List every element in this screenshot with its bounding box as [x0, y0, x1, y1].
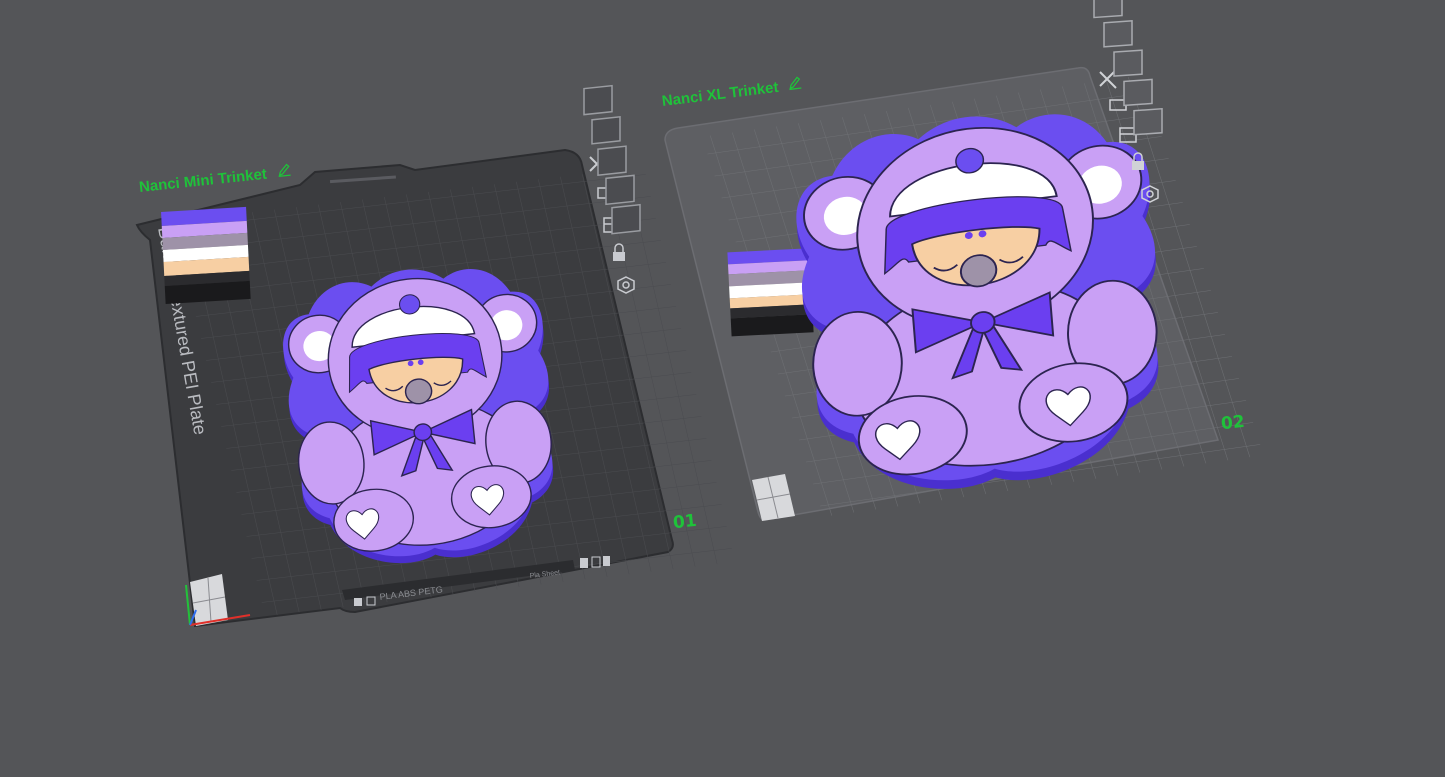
color-swatch-stack-1[interactable] — [161, 206, 251, 304]
plate-1-number: 01 — [672, 510, 698, 534]
plate-2-number: 02 — [1220, 411, 1246, 435]
3d-viewport[interactable]: Bambu Textured PEI Plate PLA ABS PETG Pl… — [0, 0, 1445, 777]
edit-icon[interactable] — [787, 75, 803, 95]
color-swatch-stack-2[interactable] — [727, 248, 814, 337]
edit-icon[interactable] — [276, 162, 292, 181]
